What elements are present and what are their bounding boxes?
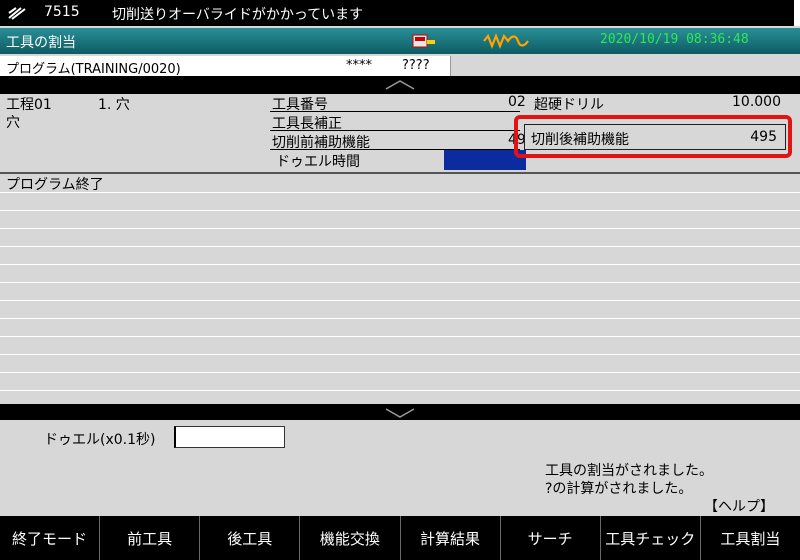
tool-diameter[interactable]: 10.000 (732, 94, 781, 110)
process-type: 穴 (6, 115, 20, 131)
alarm-message: 切削送りオーバライドがかかっています (112, 7, 364, 23)
scroll-up-strip[interactable] (0, 76, 800, 94)
list-item[interactable] (0, 336, 800, 355)
fkey-end-mode[interactable]: 終了モード (0, 516, 101, 560)
chevron-up-icon[interactable] (382, 79, 418, 91)
list-item[interactable] (0, 246, 800, 265)
program-line-filler (450, 56, 800, 76)
post-cut-aux-value: 495 (750, 129, 777, 145)
fkey-calc-result[interactable]: 計算結果 (401, 516, 501, 560)
status-message-1: 工具の割当がされました。 (545, 463, 713, 479)
program-masks: **** (346, 58, 372, 73)
dwell-input-label: ドゥエル(x0.1秒) (44, 432, 156, 448)
dwell-input-field[interactable] (174, 426, 285, 448)
dwell-time-label: ドゥエル時間 (276, 154, 360, 170)
fkey-tool-assign[interactable]: 工具割当 (701, 516, 800, 560)
fkey-tool-check[interactable]: 工具チェック (601, 516, 701, 560)
help-link[interactable]: 【ヘルプ】 (704, 496, 774, 516)
fkey-next-tool[interactable]: 後工具 (200, 516, 301, 560)
fkey-function-swap[interactable]: 機能交換 (300, 516, 401, 560)
chevron-down-icon[interactable] (382, 407, 418, 419)
status-message-2: ?の計算がされました。 (545, 481, 693, 497)
fkey-prev-tool[interactable]: 前工具 (100, 516, 201, 560)
post-cut-aux-label: 切削後補助機能 (531, 132, 629, 148)
alarm-bar: 7515 切削送りオーバライドがかかっています (0, 0, 800, 26)
process-number[interactable]: 1. 穴 (98, 94, 130, 114)
spindle-wave-icon (483, 33, 529, 49)
input-area: ドゥエル(x0.1秒) 工具の割当がされました。 ?の計算がされました。 【ヘル… (0, 420, 800, 516)
post-cut-aux-field[interactable]: 切削後補助機能 495 (524, 124, 786, 150)
program-line: プログラム(TRAINING/0020) **** ???? (0, 56, 800, 77)
list-item[interactable] (0, 264, 800, 283)
program-name: プログラム(TRAINING/0020) (6, 62, 181, 77)
menu-stripes-icon[interactable] (8, 5, 26, 21)
row-divider (270, 111, 520, 112)
list-item[interactable] (0, 192, 800, 211)
tool-name[interactable]: 超硬ドリル (534, 94, 604, 114)
list-item[interactable] (0, 354, 800, 373)
list-item[interactable] (0, 228, 800, 247)
list-item[interactable]: プログラム終了 (0, 174, 800, 193)
process-step: 工程01 (6, 97, 52, 113)
datetime: 2020/10/19 08:36:48 (600, 32, 749, 47)
tool-status-icon (412, 34, 435, 48)
list-item-label: プログラム終了 (6, 177, 104, 193)
list-item[interactable] (0, 372, 800, 391)
page-title: 工具の割当 (6, 35, 76, 51)
fkey-search[interactable]: サーチ (501, 516, 601, 560)
list-item[interactable] (0, 318, 800, 337)
row-divider (270, 130, 520, 131)
title-bar: 工具の割当 2020/10/19 08:36:48 (0, 28, 800, 54)
process-list: プログラム終了 (0, 172, 800, 409)
alarm-code: 7515 (44, 4, 80, 20)
tool-number-value[interactable]: 02 (508, 94, 526, 110)
list-item[interactable] (0, 300, 800, 319)
alarm-bar-edge (794, 0, 800, 26)
list-item[interactable] (0, 282, 800, 301)
list-item[interactable] (0, 210, 800, 229)
program-qmarks: ???? (402, 58, 430, 73)
function-key-bar: 終了モード 前工具 後工具 機能交換 計算結果 サーチ 工具チェック 工具割当 (0, 516, 800, 560)
